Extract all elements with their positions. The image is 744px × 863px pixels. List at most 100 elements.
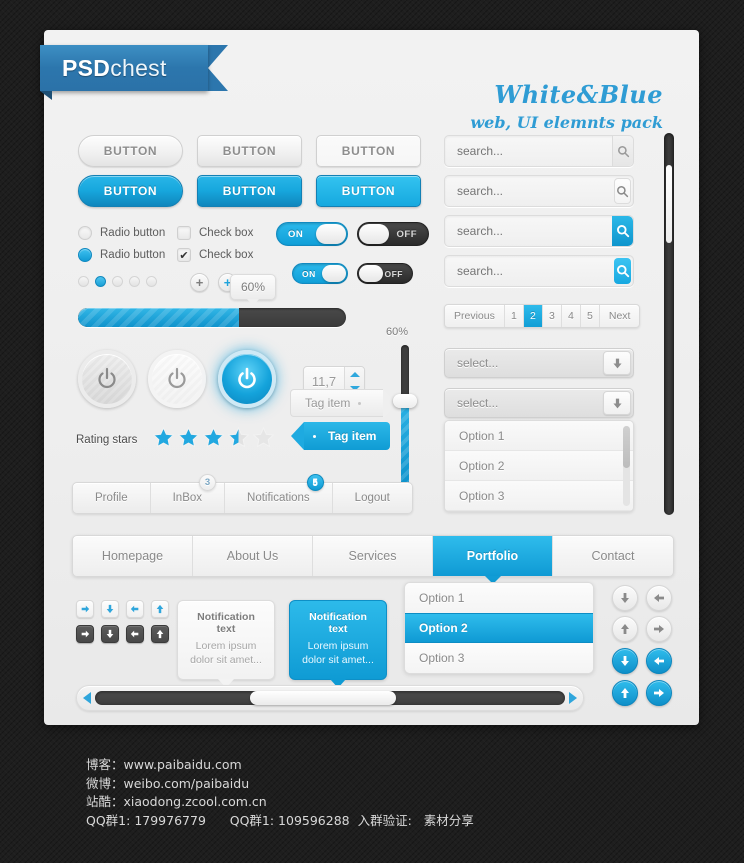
arrow-down-button-white[interactable] [101, 600, 119, 618]
horizontal-scroll-track[interactable] [95, 691, 565, 705]
round-arrow-down-grey[interactable] [612, 585, 638, 611]
button-grey-flat[interactable]: BUTTON [316, 135, 421, 167]
select-dropdown-1[interactable]: select... [444, 348, 634, 378]
search-button-blue[interactable] [612, 216, 633, 246]
arrow-left-button-dark[interactable] [126, 625, 144, 643]
dot-4[interactable] [129, 276, 140, 287]
round-arrow-right-grey[interactable] [646, 616, 672, 642]
toggle-off-large[interactable]: OFF [357, 222, 429, 246]
button-grey-rounded[interactable]: BUTTON [78, 135, 183, 167]
dot-3[interactable] [112, 276, 123, 287]
pagination-page-1[interactable]: 1 [505, 305, 524, 327]
scroll-left-icon[interactable] [83, 692, 91, 704]
pagination-page-4[interactable]: 4 [562, 305, 581, 327]
button-blue-square[interactable]: BUTTON [197, 175, 302, 207]
power-button-blue-active[interactable] [218, 350, 276, 408]
horizontal-scroll-thumb[interactable] [250, 691, 396, 705]
tab-inbox[interactable]: InBox 3 [151, 474, 226, 513]
round-arrow-right-blue[interactable] [646, 680, 672, 706]
dark-vertical-scrollbar[interactable] [664, 133, 674, 515]
pagination-previous[interactable]: Previous [445, 305, 505, 327]
pagination-page-2-active[interactable]: 2 [523, 305, 543, 327]
toggle-knob[interactable] [316, 224, 346, 244]
round-arrow-down-blue[interactable] [612, 648, 638, 674]
option-item[interactable]: Option 1 [445, 421, 633, 451]
round-arrow-left-blue[interactable] [646, 648, 672, 674]
arrow-up-button-white[interactable] [151, 600, 169, 618]
arrow-down-button-dark[interactable] [101, 625, 119, 643]
option-item[interactable]: Option 3 [445, 481, 633, 511]
dot-1[interactable] [78, 276, 89, 287]
nav-item-homepage[interactable]: Homepage [73, 536, 193, 576]
toggle-on-small[interactable]: ON [292, 263, 348, 284]
search-button[interactable] [612, 136, 633, 166]
vertical-slider[interactable] [401, 345, 409, 485]
star-icon-full[interactable] [177, 426, 200, 449]
toggle-off-small[interactable]: OFF [357, 263, 413, 284]
search-input[interactable] [445, 256, 612, 286]
search-input[interactable] [445, 216, 612, 246]
radio-row-unchecked[interactable]: Radio button [78, 226, 165, 240]
star-icon-full[interactable] [152, 426, 175, 449]
toggle-knob[interactable] [359, 224, 389, 244]
search-input[interactable] [445, 136, 612, 166]
select-dropdown-2[interactable]: select... [444, 388, 634, 418]
horizontal-scrollbar[interactable] [76, 685, 584, 711]
checkbox-unchecked[interactable] [177, 226, 191, 240]
arrow-right-button-dark[interactable] [76, 625, 94, 643]
button-blue-rounded[interactable]: BUTTON [78, 175, 183, 207]
vertical-slider-knob[interactable] [393, 394, 417, 408]
progress-bar[interactable] [78, 308, 346, 327]
arrow-left-button-white[interactable] [126, 600, 144, 618]
search-button-blue-rounded[interactable] [614, 258, 631, 284]
select-arrow-button[interactable] [603, 351, 631, 375]
dot-5[interactable] [146, 276, 157, 287]
round-arrow-up-grey[interactable] [612, 616, 638, 642]
round-arrow-left-grey[interactable] [646, 585, 672, 611]
radio-unchecked[interactable] [78, 226, 92, 240]
dot-2-active[interactable] [95, 276, 106, 287]
button-grey-square[interactable]: BUTTON [197, 135, 302, 167]
dropdown-option-1[interactable]: Option 1 [405, 583, 593, 613]
checkbox-row-checked[interactable]: ✔ Check box [177, 248, 253, 262]
star-icon-half[interactable] [227, 426, 250, 449]
round-arrow-up-blue[interactable] [612, 680, 638, 706]
options-scrollbar-thumb[interactable] [623, 426, 630, 468]
tag-item-grey[interactable]: Tag item [290, 389, 398, 419]
checkbox-row-unchecked[interactable]: Check box [177, 226, 253, 240]
arrow-up-button-dark[interactable] [151, 625, 169, 643]
toggle-knob[interactable] [322, 265, 346, 282]
nav-item-contact[interactable]: Contact [553, 536, 673, 576]
search-button[interactable] [614, 178, 631, 204]
search-field-3[interactable] [444, 215, 634, 247]
toggle-knob[interactable] [359, 265, 383, 282]
nav-item-about-us[interactable]: About Us [193, 536, 313, 576]
spinner-up-icon[interactable] [349, 371, 360, 377]
tag-item-blue[interactable]: Tag item [290, 422, 391, 450]
star-icon-empty[interactable] [252, 426, 275, 449]
dropdown-option-2-selected[interactable]: Option 2 [405, 613, 593, 643]
search-field-1[interactable] [444, 135, 634, 167]
power-button-grey[interactable] [78, 350, 136, 408]
pagination-page-3[interactable]: 3 [543, 305, 562, 327]
tab-logout[interactable]: Logout [333, 483, 412, 513]
options-scrollbar[interactable] [623, 426, 630, 506]
nav-item-portfolio-active[interactable]: Portfolio [433, 536, 553, 584]
search-field-4[interactable] [444, 255, 634, 287]
checkbox-checked[interactable]: ✔ [177, 248, 191, 262]
dark-scrollbar-thumb[interactable] [666, 165, 672, 243]
star-icon-full[interactable] [202, 426, 225, 449]
power-button-white[interactable] [148, 350, 206, 408]
select-arrow-button[interactable] [603, 391, 631, 415]
pagination-page-5[interactable]: 5 [581, 305, 600, 327]
search-input[interactable] [445, 176, 612, 206]
radio-row-checked[interactable]: Radio button [78, 248, 165, 262]
tab-notifications[interactable]: Notifications 5 [225, 474, 333, 513]
scroll-right-icon[interactable] [569, 692, 577, 704]
radio-checked[interactable] [78, 248, 92, 262]
nav-item-services[interactable]: Services [313, 536, 433, 576]
tab-profile[interactable]: Profile [73, 483, 151, 513]
plus-button-grey[interactable]: + [190, 273, 209, 292]
arrow-right-button-white[interactable] [76, 600, 94, 618]
dropdown-option-3[interactable]: Option 3 [405, 643, 593, 673]
